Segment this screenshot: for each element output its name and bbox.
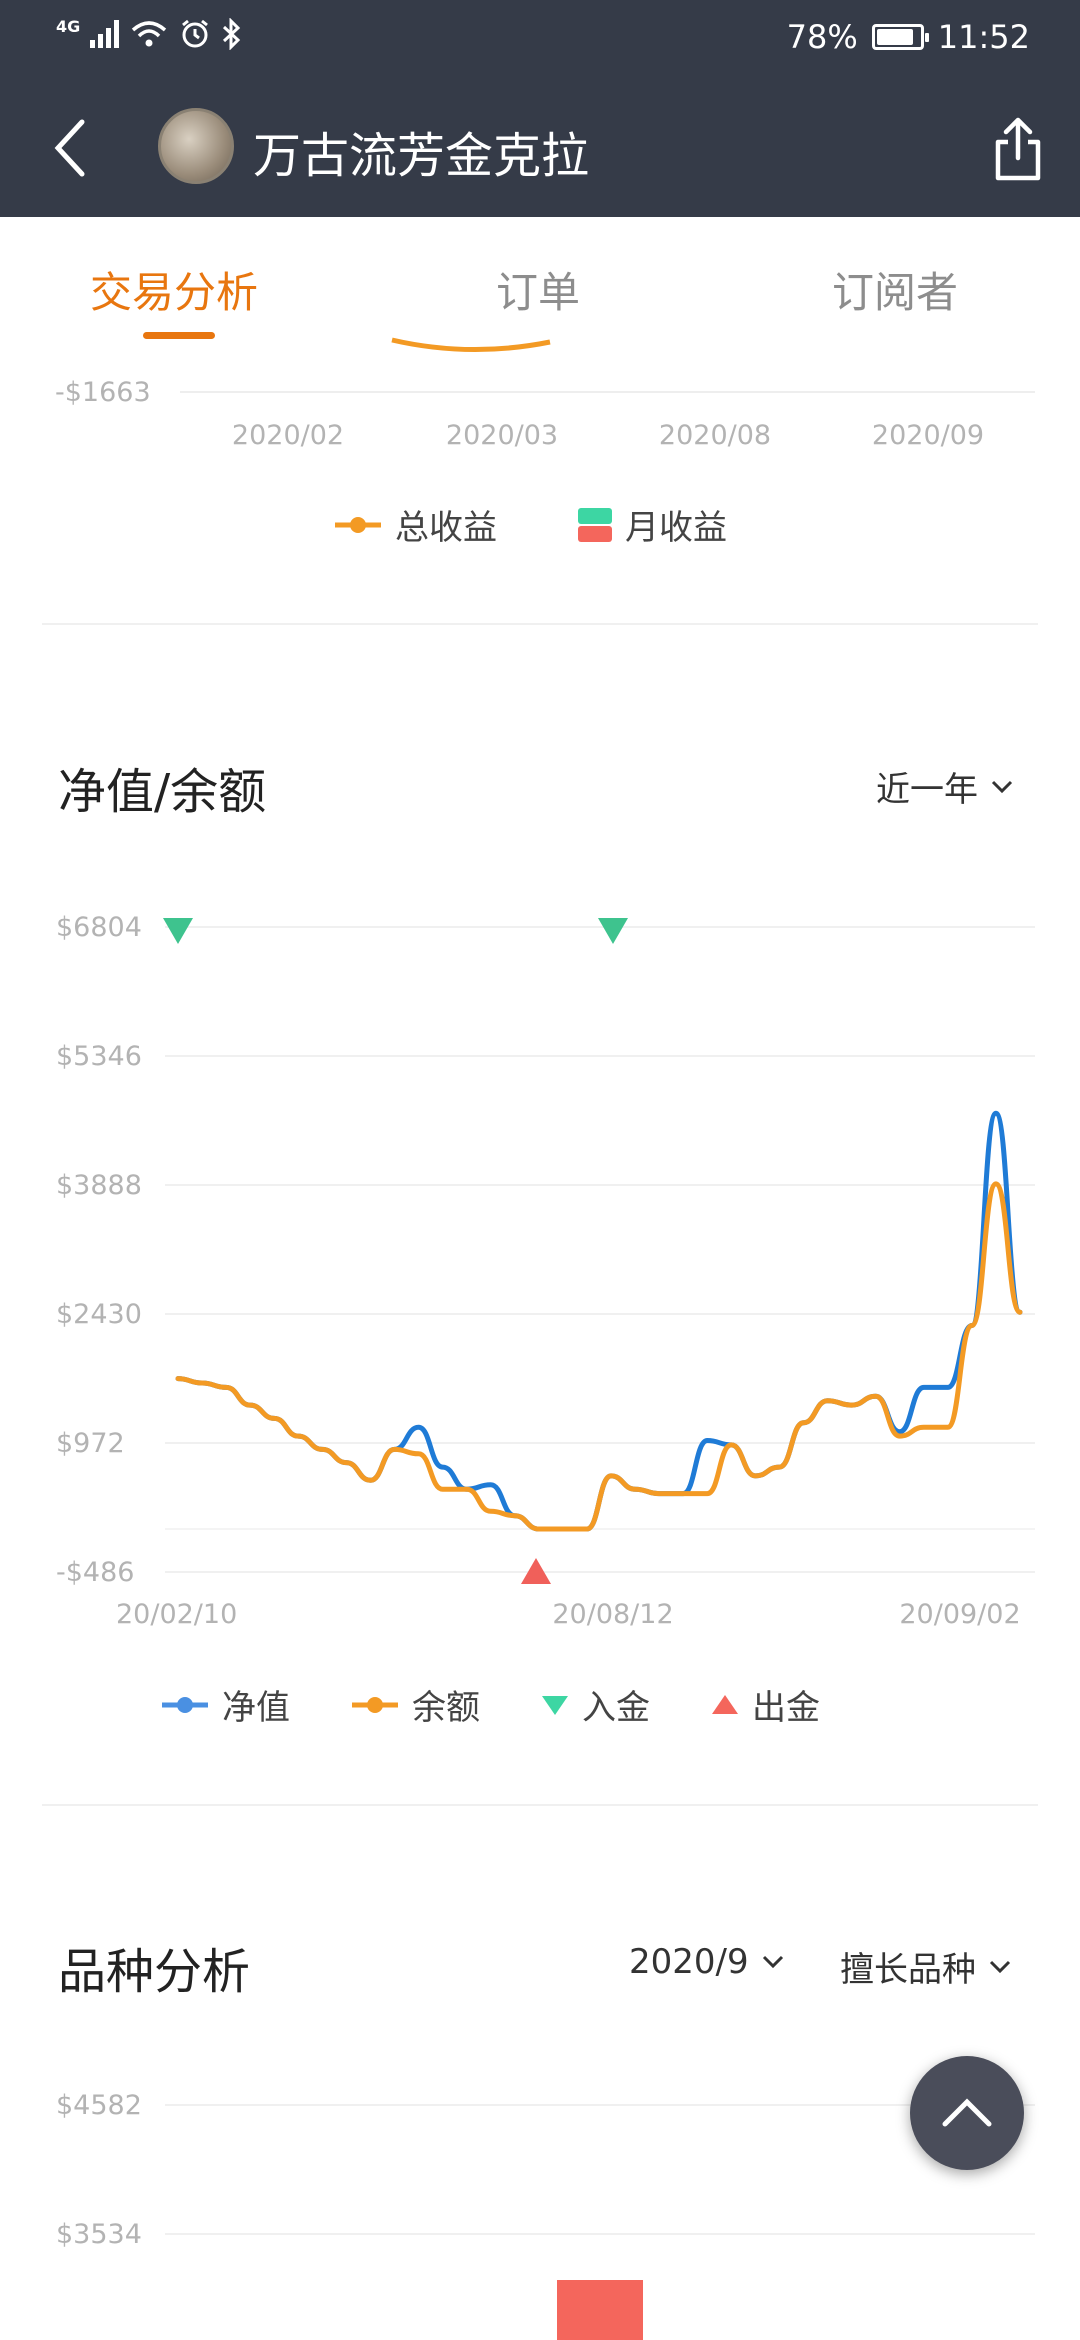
variety-type-select[interactable]: 擅长品种 <box>840 1942 1012 1991</box>
x-tick-label: 20/02/10 <box>116 1599 237 1630</box>
legend-label: 出金 <box>752 1688 820 1728</box>
profit-chart: -$1663 2020/02 2020/03 2020/08 2020/09 <box>55 337 1035 451</box>
legend-label: 净值 <box>222 1688 290 1728</box>
range-select[interactable]: 近一年 <box>876 762 1014 811</box>
variety-bar <box>557 2280 643 2340</box>
tab-trade-analysis[interactable]: 交易分析 <box>90 259 258 320</box>
profit-x-label: 2020/09 <box>872 420 984 451</box>
chevron-down-icon <box>762 1955 783 1969</box>
y-tick-label: $3888 <box>56 1170 142 1201</box>
nav-bar: 万古流芳金克拉 <box>0 100 1080 200</box>
deposit-marker <box>598 918 628 944</box>
alarm-icon <box>182 19 209 48</box>
battery-icon <box>871 24 929 50</box>
profit-x-label: 2020/02 <box>232 420 344 451</box>
clock: 11:52 <box>937 18 1030 56</box>
section-divider <box>42 623 1038 625</box>
chevron-left-icon <box>54 119 85 177</box>
variety-type-select-value: 擅长品种 <box>840 1950 976 1990</box>
y-tick-label: $972 <box>56 1428 125 1459</box>
share-icon <box>995 117 1041 181</box>
legend-deposit[interactable]: 入金 <box>540 1680 650 1729</box>
battery-percent: 78% <box>786 18 858 56</box>
variety-section-title: 品种分析 <box>58 1944 251 2000</box>
profit-x-label: 2020/03 <box>446 420 558 451</box>
chevron-up-icon <box>942 2098 992 2127</box>
scroll-to-top-button[interactable] <box>910 2056 1024 2170</box>
legend-balance[interactable]: 余额 <box>350 1680 480 1729</box>
legend-label: 总收益 <box>395 508 497 548</box>
avatar[interactable] <box>158 108 234 184</box>
triangle-down-icon <box>542 1695 568 1715</box>
share-button[interactable] <box>986 114 1050 184</box>
deposit-marker <box>163 918 193 944</box>
legend-withdraw[interactable]: 出金 <box>710 1680 820 1729</box>
y-tick-label: $6804 <box>56 912 142 943</box>
x-tick-label: 20/09/02 <box>899 1599 1020 1630</box>
profit-legend: 总收益 月收益 <box>333 500 727 549</box>
variety-y-tick-label: $3534 <box>56 2219 142 2250</box>
line-dot-icon <box>352 1696 398 1713</box>
chevron-down-icon <box>989 1960 1011 1973</box>
date-select-value: 2020/9 <box>629 1942 749 1982</box>
back-button[interactable] <box>40 118 100 178</box>
section-divider <box>42 1804 1038 1806</box>
bar-swatch-icon <box>578 507 612 542</box>
network-label: 4G <box>56 16 81 36</box>
profit-x-label: 2020/08 <box>659 420 771 451</box>
tab-subscribers[interactable]: 订阅者 <box>832 259 958 320</box>
legend-net-value[interactable]: 净值 <box>160 1680 290 1729</box>
legend-monthly-profit[interactable]: 月收益 <box>577 500 727 549</box>
legend-total-profit[interactable]: 总收益 <box>333 500 497 549</box>
legend-label: 月收益 <box>625 508 727 548</box>
signal-icon <box>90 20 120 48</box>
tab-orders[interactable]: 订单 <box>496 259 580 320</box>
tab-bar: 交易分析 订单 订阅者 <box>0 217 1080 347</box>
wifi-icon <box>132 21 167 47</box>
balance-line <box>175 1181 1023 1532</box>
total-profit-line <box>391 337 551 353</box>
legend-label: 余额 <box>412 1688 480 1728</box>
page-title: 万古流芳金克拉 <box>253 128 590 184</box>
bluetooth-icon <box>223 18 241 50</box>
nav-section-title: 净值/余额 <box>58 764 267 820</box>
legend-label: 入金 <box>582 1688 650 1728</box>
x-tick-label: 20/08/12 <box>552 1599 673 1630</box>
chevron-down-icon <box>991 780 1013 793</box>
net-value-line <box>175 1110 1023 1532</box>
y-tick-label: $2430 <box>56 1299 142 1330</box>
y-tick-label: $5346 <box>56 1041 142 1072</box>
app-header: 4G 78% 11:52 万古流芳金克拉 <box>0 0 1080 217</box>
line-dot-icon <box>335 516 381 533</box>
line-dot-icon <box>162 1696 208 1713</box>
profit-y-min-label: -$1663 <box>55 377 151 408</box>
status-bar: 4G 78% 11:52 <box>0 0 1080 75</box>
y-tick-label: -$486 <box>56 1557 134 1588</box>
variety-y-tick-label: $4582 <box>56 2090 142 2121</box>
date-select[interactable]: 2020/9 <box>629 1942 785 1982</box>
range-select-value: 近一年 <box>876 770 978 810</box>
nav-legend: 净值 余额 入金 出金 <box>160 1680 820 1729</box>
triangle-up-icon <box>712 1694 738 1714</box>
net-value-chart: $6804 $5346 $3888 $2430 $972 -$486 20/02/10 20/… <box>56 912 1035 1630</box>
